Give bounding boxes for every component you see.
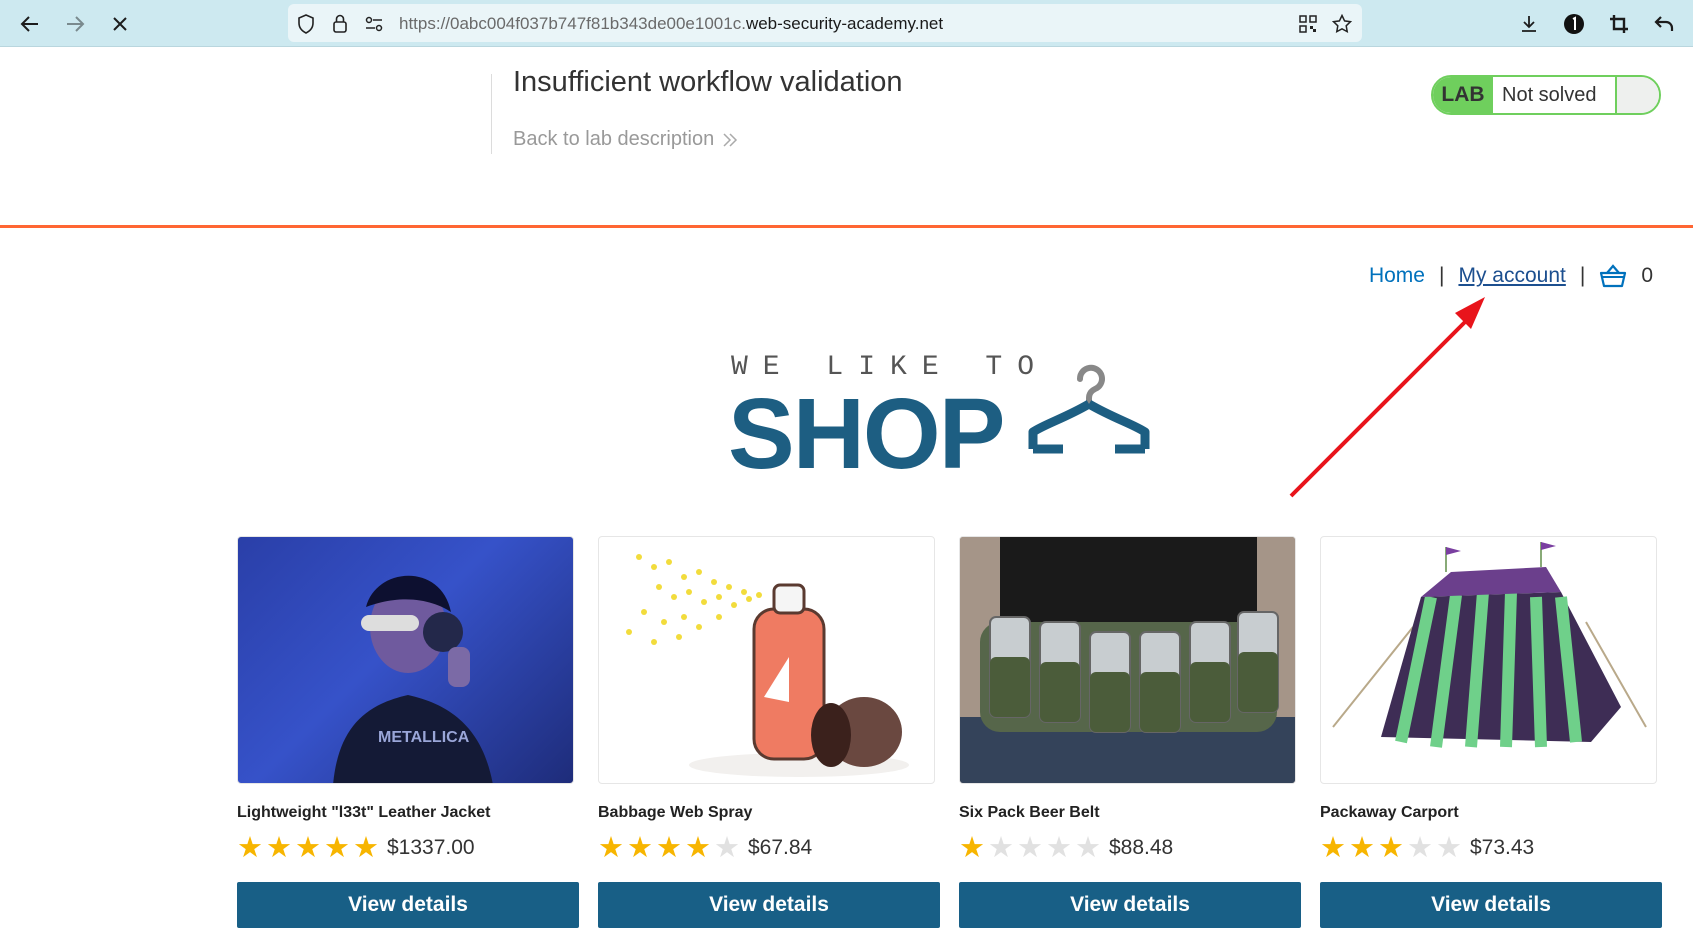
url-prefix: https://0abc004f037b747f81b343de00e1001c… bbox=[399, 14, 746, 33]
star-icon: ★ bbox=[237, 831, 263, 864]
svg-text:METALLICA: METALLICA bbox=[378, 729, 470, 746]
product-card: Babbage Web Spray ★ ★ ★ ★ ★ $67.84 View deta… bbox=[598, 536, 940, 928]
lab-status: Not solved bbox=[1493, 77, 1617, 113]
product-card: Six Pack Beer Belt ★ ★ ★ ★ ★ $88.48 View det… bbox=[959, 536, 1301, 928]
product-rating: ★ ★ ★ ★ ★ bbox=[237, 831, 379, 864]
nav-my-account-link[interactable]: My account bbox=[1458, 264, 1565, 288]
star-icon: ★ bbox=[988, 831, 1014, 864]
undo-icon[interactable] bbox=[1649, 9, 1679, 39]
product-image[interactable] bbox=[1320, 536, 1657, 784]
view-details-button[interactable]: View details bbox=[1320, 882, 1662, 928]
back-icon[interactable] bbox=[15, 9, 45, 39]
product-name: Babbage Web Spray bbox=[598, 804, 753, 821]
back-to-lab-label: Back to lab description bbox=[513, 128, 715, 150]
star-icon: ★ bbox=[1407, 831, 1433, 864]
product-rating: ★ ★ ★ ★ ★ bbox=[959, 831, 1101, 864]
browser-toolbar: https://0abc004f037b747f81b343de00e1001c… bbox=[0, 0, 1693, 47]
download-icon[interactable] bbox=[1514, 9, 1544, 39]
lab-header-divider bbox=[491, 74, 492, 154]
star-icon: ★ bbox=[1320, 831, 1346, 864]
product-card: Packaway Carport ★ ★ ★ ★ ★ $73.43 View detai… bbox=[1320, 536, 1662, 928]
nav-separator: | bbox=[1438, 264, 1445, 287]
stop-loading-icon[interactable] bbox=[105, 9, 135, 39]
cart-link[interactable]: 0 bbox=[1599, 264, 1653, 288]
nav-home-link[interactable]: Home bbox=[1369, 264, 1425, 288]
basket-icon bbox=[1600, 264, 1627, 288]
view-details-button[interactable]: View details bbox=[959, 882, 1301, 928]
product-name: Six Pack Beer Belt bbox=[959, 804, 1100, 821]
hanger-icon bbox=[1028, 364, 1150, 454]
view-details-button[interactable]: View details bbox=[598, 882, 940, 928]
product-price: $67.84 bbox=[748, 836, 813, 859]
star-icon: ★ bbox=[353, 831, 379, 864]
star-icon: ★ bbox=[685, 831, 711, 864]
url-text[interactable]: https://0abc004f037b747f81b343de00e1001c… bbox=[399, 14, 943, 34]
star-icon: ★ bbox=[627, 831, 653, 864]
product-price: $88.48 bbox=[1109, 836, 1174, 859]
product-rating: ★ ★ ★ ★ ★ bbox=[1320, 831, 1462, 864]
product-grid: METALLICA Lightweight "l33t" Leather Jac… bbox=[237, 536, 1662, 928]
star-icon: ★ bbox=[959, 831, 985, 864]
product-card: METALLICA Lightweight "l33t" Leather Jac… bbox=[237, 536, 579, 928]
nav-separator: | bbox=[1579, 264, 1586, 287]
star-icon: ★ bbox=[1436, 831, 1462, 864]
star-icon: ★ bbox=[266, 831, 292, 864]
star-icon: ★ bbox=[1075, 831, 1101, 864]
star-icon: ★ bbox=[295, 831, 321, 864]
product-name: Packaway Carport bbox=[1320, 804, 1459, 821]
star-icon: ★ bbox=[656, 831, 682, 864]
product-price: $73.43 bbox=[1470, 836, 1535, 859]
lab-badge-label: LAB bbox=[1433, 77, 1493, 113]
product-image[interactable] bbox=[598, 536, 935, 784]
bookmark-star-icon[interactable] bbox=[1332, 14, 1352, 34]
lock-icon[interactable] bbox=[330, 14, 350, 34]
lab-status-widget: LAB Not solved bbox=[1431, 75, 1661, 115]
star-icon: ★ bbox=[598, 831, 624, 864]
shield-icon[interactable] bbox=[296, 14, 316, 34]
cart-count: 0 bbox=[1641, 264, 1653, 287]
url-host: web-security-academy.net bbox=[745, 14, 944, 33]
star-icon: ★ bbox=[1046, 831, 1072, 864]
lab-status-toggle bbox=[1617, 77, 1659, 113]
qr-code-icon[interactable] bbox=[1298, 14, 1318, 34]
star-icon: ★ bbox=[1017, 831, 1043, 864]
double-chevron-right-icon bbox=[723, 132, 738, 147]
extension-badge-icon[interactable] bbox=[1559, 9, 1589, 39]
forward-icon[interactable] bbox=[60, 9, 90, 39]
shop-nav: Home | My account | 0 bbox=[1369, 264, 1653, 288]
product-image[interactable]: METALLICA bbox=[237, 536, 574, 784]
star-icon: ★ bbox=[324, 831, 350, 864]
lab-title: Insufficient workflow validation bbox=[513, 66, 903, 98]
logo-word: SHOP bbox=[728, 378, 1005, 490]
crop-icon[interactable] bbox=[1604, 9, 1634, 39]
header-rule bbox=[0, 225, 1693, 228]
address-bar[interactable]: https://0abc004f037b747f81b343de00e1001c… bbox=[288, 4, 1362, 42]
back-to-lab-link[interactable]: Back to lab description bbox=[513, 128, 738, 151]
star-icon: ★ bbox=[714, 831, 740, 864]
product-name: Lightweight "l33t" Leather Jacket bbox=[237, 804, 491, 821]
product-price: $1337.00 bbox=[387, 836, 475, 859]
product-rating: ★ ★ ★ ★ ★ bbox=[598, 831, 740, 864]
shop-logo: WE LIKE TO SHOP bbox=[728, 352, 1188, 490]
view-details-button[interactable]: View details bbox=[237, 882, 579, 928]
product-image[interactable] bbox=[959, 536, 1296, 784]
site-permissions-icon[interactable] bbox=[364, 14, 384, 34]
star-icon: ★ bbox=[1378, 831, 1404, 864]
star-icon: ★ bbox=[1349, 831, 1375, 864]
